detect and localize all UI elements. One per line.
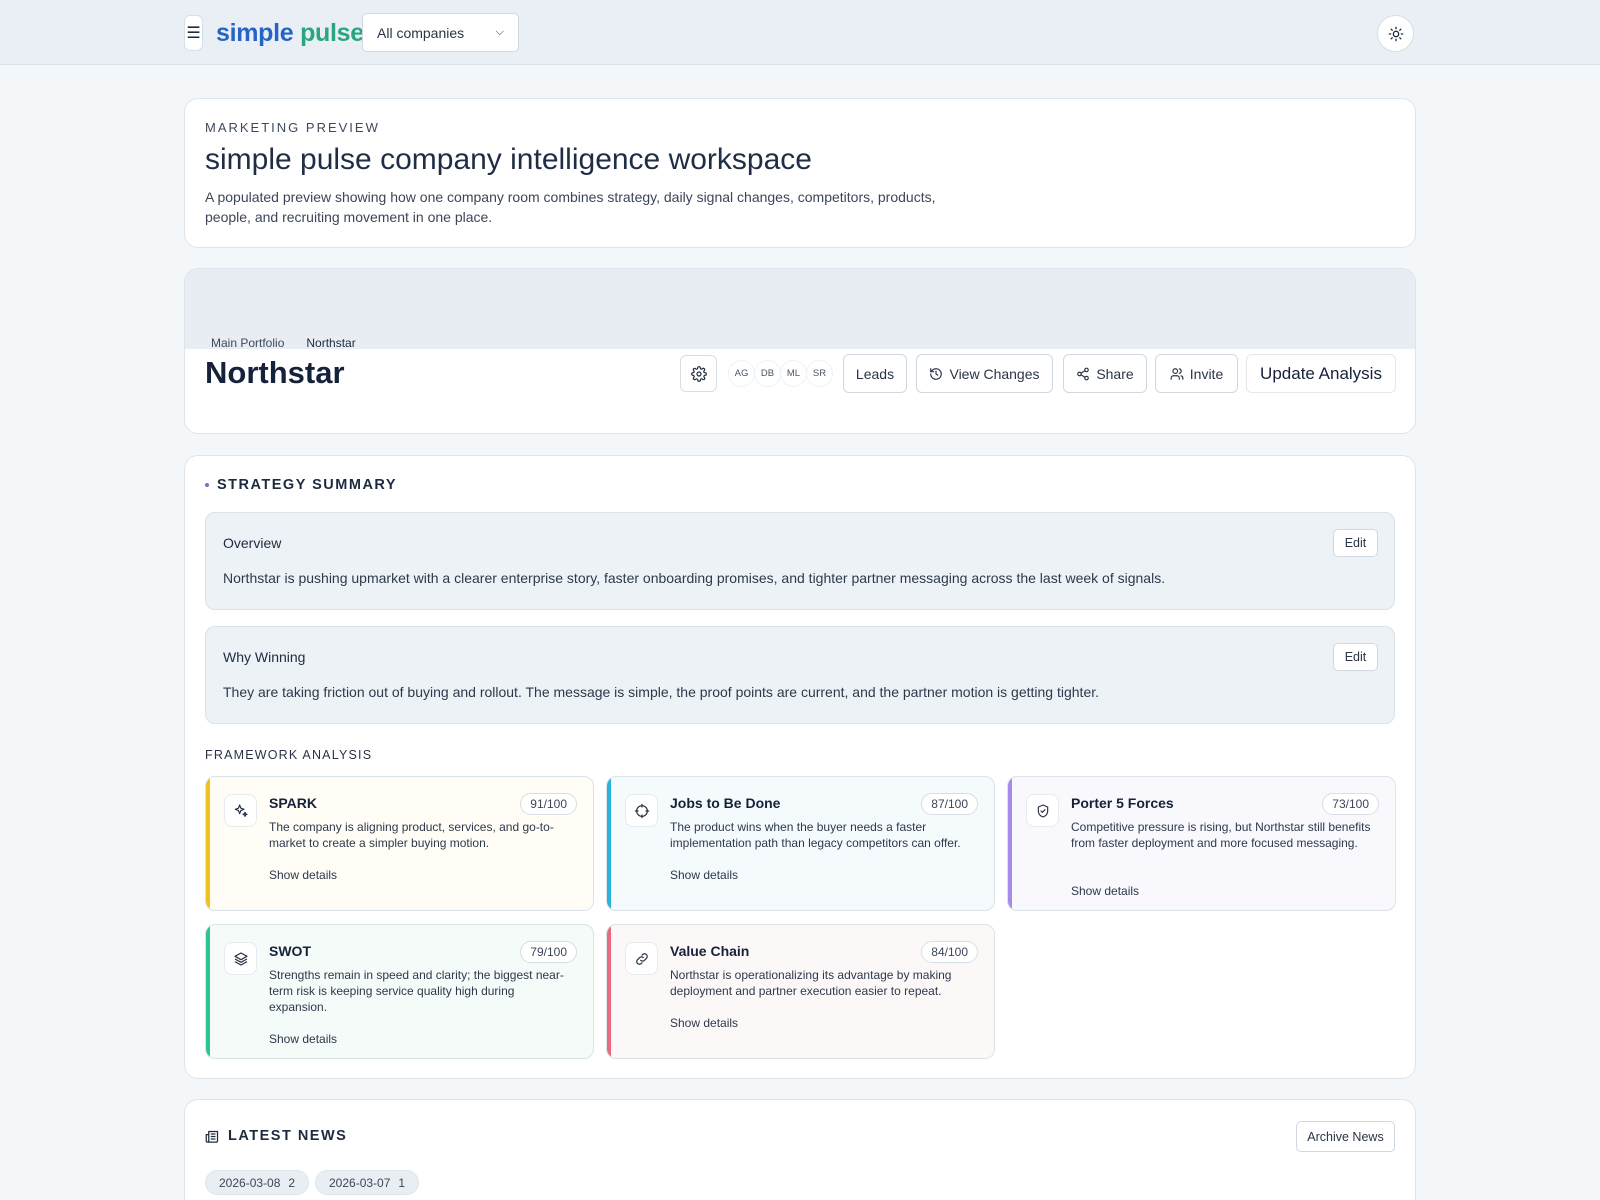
- shield-icon: [1026, 794, 1059, 827]
- framework-heading: FRAMEWORK ANALYSIS: [205, 748, 373, 762]
- framework-score: 79/100: [520, 941, 577, 963]
- sparkle-icon: [224, 794, 257, 827]
- gear-icon: [690, 365, 707, 382]
- framework-name: Value Chain: [670, 943, 750, 959]
- company-name: Northstar: [205, 355, 345, 390]
- show-details-link[interactable]: Show details: [670, 1016, 738, 1030]
- dot-icon: [205, 483, 209, 487]
- framework-name: SWOT: [269, 943, 311, 959]
- hamburger-icon[interactable]: ☰: [184, 15, 203, 51]
- archive-news-button[interactable]: Archive News: [1296, 1121, 1395, 1152]
- overview-text: Northstar is pushing upmarket with a cle…: [223, 570, 1166, 586]
- latest-news-card: LATEST NEWS Archive News 2026-03-08 2 20…: [184, 1099, 1416, 1200]
- framework-card-value-chain: Value Chain 84/100 Northstar is operatio…: [606, 924, 995, 1059]
- avatar[interactable]: SR: [806, 360, 833, 387]
- news-date-chip[interactable]: 2026-03-08 2: [205, 1170, 310, 1195]
- company-header-card: Main Portfolio Northstar Northstar AG DB…: [184, 268, 1416, 434]
- why-winning-panel: Why Winning Edit They are taking frictio…: [205, 626, 1395, 724]
- framework-card-spark: SPARK 91/100 The company is aligning pro…: [205, 776, 594, 911]
- newspaper-icon: [205, 1130, 219, 1143]
- framework-card-swot: SWOT 79/100 Strengths remain in speed an…: [205, 924, 594, 1059]
- framework-score: 84/100: [921, 941, 978, 963]
- avatar[interactable]: AG: [728, 360, 755, 387]
- framework-description: Competitive pressure is rising, but Nort…: [1071, 820, 1371, 850]
- framework-score: 87/100: [921, 793, 978, 815]
- leads-button[interactable]: Leads: [843, 354, 907, 393]
- news-date-chip[interactable]: 2026-03-07 1: [315, 1170, 420, 1195]
- framework-description: Northstar is operationalizing its advant…: [670, 968, 952, 998]
- share-button[interactable]: Share: [1063, 354, 1147, 393]
- member-avatars: AG DB ML SR: [728, 360, 833, 387]
- avatar[interactable]: ML: [780, 360, 807, 387]
- settings-button[interactable]: [680, 355, 717, 392]
- theme-toggle-button[interactable]: [1377, 15, 1414, 52]
- company-select[interactable]: All companies ⌵: [362, 13, 519, 52]
- marketing-preview-card: MARKETING PREVIEW simple pulse company i…: [184, 98, 1416, 248]
- accent-bar: [607, 925, 611, 1058]
- link-icon: [625, 942, 658, 975]
- logo[interactable]: simple pulse: [216, 18, 364, 48]
- top-bar: ☰ simple pulse All companies ⌵: [0, 0, 1600, 65]
- show-details-link[interactable]: Show details: [670, 868, 738, 882]
- breadcrumb-item-current: Northstar: [306, 336, 356, 350]
- view-changes-button[interactable]: View Changes: [916, 354, 1053, 393]
- section-title: LATEST NEWS: [205, 1128, 347, 1144]
- why-winning-label: Why Winning: [223, 649, 306, 665]
- eyebrow: MARKETING PREVIEW: [205, 120, 380, 135]
- overview-label: Overview: [223, 535, 282, 551]
- edit-why-winning-button[interactable]: Edit: [1333, 643, 1378, 671]
- breadcrumb-item-portfolio[interactable]: Main Portfolio: [211, 336, 284, 350]
- share-icon: [1077, 367, 1090, 380]
- overview-panel: Overview Edit Northstar is pushing upmar…: [205, 512, 1395, 610]
- avatar[interactable]: DB: [754, 360, 781, 387]
- show-details-link[interactable]: Show details: [269, 868, 337, 882]
- framework-description: The product wins when the buyer needs a …: [670, 820, 961, 850]
- section-title: STRATEGY SUMMARY: [205, 477, 397, 493]
- layers-icon: [224, 942, 257, 975]
- accent-bar: [1008, 777, 1012, 910]
- invite-button[interactable]: Invite: [1155, 354, 1238, 393]
- users-icon: [1170, 367, 1184, 380]
- history-icon: [930, 367, 943, 380]
- breadcrumb: Main Portfolio Northstar: [211, 336, 356, 350]
- page-description: A populated preview showing how one comp…: [205, 189, 936, 225]
- update-analysis-button[interactable]: Update Analysis: [1246, 354, 1396, 393]
- framework-name: Porter 5 Forces: [1071, 795, 1174, 811]
- strategy-summary-card: STRATEGY SUMMARY Overview Edit Northstar…: [184, 455, 1416, 1079]
- sun-icon: [1388, 26, 1403, 41]
- framework-description: Strengths remain in speed and clarity; t…: [269, 968, 564, 1014]
- framework-card-jobs-to-be-done: Jobs to Be Done 87/100 The product wins …: [606, 776, 995, 911]
- edit-overview-button[interactable]: Edit: [1333, 529, 1378, 557]
- framework-score: 73/100: [1322, 793, 1379, 815]
- framework-score: 91/100: [520, 793, 577, 815]
- chevron-down-icon: ⌵: [495, 26, 504, 38]
- page-title: simple pulse company intelligence worksp…: [205, 143, 812, 176]
- framework-name: SPARK: [269, 795, 317, 811]
- show-details-link[interactable]: Show details: [269, 1032, 337, 1046]
- accent-bar: [206, 925, 210, 1058]
- why-winning-text: They are taking friction out of buying a…: [223, 684, 1100, 700]
- company-select-value: All companies: [377, 24, 465, 41]
- company-banner: [185, 269, 1415, 349]
- target-icon: [625, 794, 658, 827]
- framework-description: The company is aligning product, service…: [269, 820, 554, 850]
- accent-bar: [607, 777, 611, 910]
- show-details-link[interactable]: Show details: [1071, 884, 1139, 898]
- framework-name: Jobs to Be Done: [670, 795, 781, 811]
- framework-card-porter-5-forces: Porter 5 Forces 73/100 Competitive press…: [1007, 776, 1396, 911]
- accent-bar: [206, 777, 210, 910]
